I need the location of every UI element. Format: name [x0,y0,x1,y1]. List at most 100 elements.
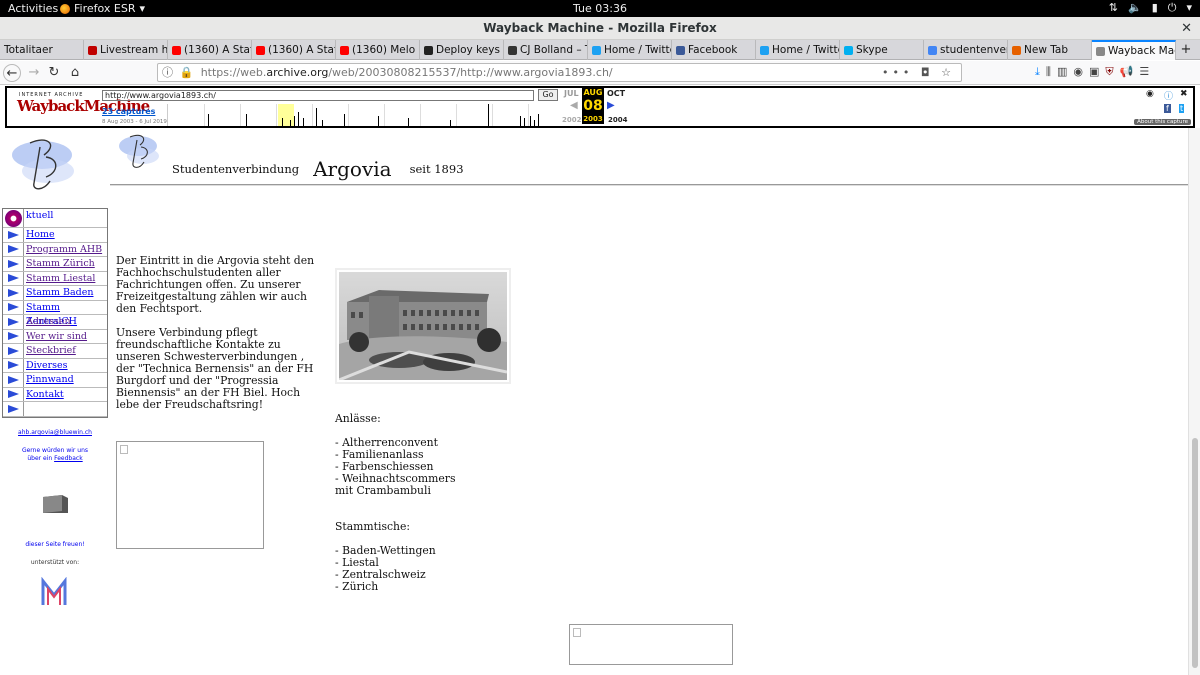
arrow-right-icon [7,317,19,326]
menu-item[interactable]: Stamm Zürich [3,257,107,272]
menu-item[interactable]: Wer wir sind [3,329,107,344]
library-icon[interactable]: ⫼ [1046,65,1051,79]
window-close-button[interactable]: ✕ [1181,17,1192,40]
feedback-text-1: Gerne würden wir uns [21,447,89,454]
tab-11[interactable]: studentenvert [924,40,1008,60]
arrow-right-icon [7,375,19,384]
menu-link[interactable]: Adressen [26,316,71,327]
menu-item[interactable]: Programm AHB [3,242,107,257]
extension-icon[interactable]: ▣ [1089,65,1099,79]
pocket-icon[interactable]: ◘ [921,66,934,79]
wayback-go-button[interactable]: Go [538,89,558,101]
menu-item[interactable]: Stamm Liestal [3,271,107,286]
captures-range: 8 Aug 2003 - 6 Jul 2019 [102,119,167,125]
tab-label: (1360) Melo [352,44,416,56]
tab-12[interactable]: New Tab [1008,40,1092,60]
system-tray[interactable]: ⇅ 🔈 ▮ ⏻ ▾ [1109,1,1192,15]
sparkline-bar [344,114,345,126]
new-tab-button[interactable]: + [1176,40,1196,59]
menu-item[interactable]: Stamm Baden [3,286,107,301]
prev-month[interactable]: JUL [564,89,579,98]
menu-item[interactable]: Steckbrief [3,344,107,359]
sponsor-logo[interactable] [41,577,67,607]
tab-8[interactable]: Facebook [672,40,756,60]
tab-0[interactable]: Totalitaer [0,40,84,60]
account-icon[interactable]: ◉ [1073,65,1083,79]
captures-link[interactable]: 23 captures [102,107,155,116]
page-actions[interactable]: ••• ◘ ☆ [882,64,955,81]
menu-link[interactable]: Stamm Liestal [26,273,95,284]
tab-9[interactable]: Home / Twitte [756,40,840,60]
tab-favicon-icon [256,45,265,55]
contact-email[interactable]: ahb.argovia@bluewin.ch [0,429,110,436]
next-year[interactable]: 2004 [608,116,627,124]
menu-item[interactable]: Diverses [3,358,107,373]
wayback-url-input[interactable]: http://www.argovia1893.ch/ [102,90,534,101]
twitter-icon[interactable]: t [1179,104,1185,113]
menu-link[interactable]: Kontakt [26,389,64,400]
capture-sparkline[interactable] [167,104,559,126]
tab-1[interactable]: Livestream he [84,40,168,60]
next-capture-icon[interactable]: ▶ [607,100,615,111]
sidebar-icon[interactable]: ▥ [1057,65,1067,79]
user-icon[interactable]: ◉ [1146,89,1154,99]
scrollbar-thumb[interactable] [1192,438,1198,668]
arrow-right-icon [7,230,19,239]
megaphone-icon[interactable]: 📢 [1120,65,1134,79]
ublock-icon[interactable]: ⛨ [1105,65,1113,79]
close-icon[interactable]: ✖ [1180,89,1188,99]
menu-link[interactable]: Pinnwand [26,374,74,385]
info-icon[interactable]: ⓘ [162,66,173,79]
menu-link[interactable]: Steckbrief [26,345,76,356]
tab-2[interactable]: (1360) A State [168,40,252,60]
menu-item[interactable]: Home [3,228,107,243]
tab-7[interactable]: Home / Twitte [588,40,672,60]
lock-icon[interactable]: 🔒 [180,66,194,79]
tab-13[interactable]: Wayback Mach [1092,40,1176,60]
menu-link[interactable]: Diverses [26,360,68,371]
prev-capture-icon[interactable]: ◀ [570,100,578,111]
email-link[interactable]: ahb.argovia@bluewin.ch [18,429,92,436]
menu-label-cell: Adressen [24,315,107,329]
tab-favicon-icon [676,45,685,55]
facebook-icon[interactable]: f [1164,104,1171,113]
page-scrollbar[interactable] [1188,128,1200,675]
tab-4[interactable]: (1360) Melo [336,40,420,60]
stamm-title: Stammtische: [335,520,411,533]
menu-item[interactable]: Stamm ZentralCH [3,300,107,327]
next-month[interactable]: OCT [607,89,625,98]
menu-link[interactable]: Stamm Zürich [26,258,95,269]
heading-suffix: seit 1893 [409,162,464,176]
page-actions-menu-icon[interactable]: ••• [882,66,913,79]
forward-button[interactable]: → [25,64,43,82]
url-bar[interactable]: ⓘ 🔒 https://web.archive.org/web/20030808… [157,63,962,82]
menu-item[interactable]: Kontakt [3,387,107,402]
menu-label-cell: ktuell [24,209,107,227]
prev-year[interactable]: 2002 [562,116,581,124]
home-button[interactable]: ⌂ [66,64,84,82]
clock[interactable]: Tue 03:36 [0,2,1200,15]
tab-3[interactable]: (1360) A State [252,40,336,60]
tab-10[interactable]: Skype [840,40,924,60]
menu-link[interactable]: Home [26,229,55,240]
menu-label-cell [24,402,107,416]
tab-5[interactable]: Deploy keys [420,40,504,60]
event-item: - Weihnachtscommers mit Crambambuli [335,472,456,497]
menu-link[interactable]: Stamm Baden [26,287,94,298]
back-button[interactable]: ← [3,64,21,82]
reload-button[interactable]: ↻ [45,64,63,82]
about-capture-link[interactable]: About this capture [1134,119,1191,125]
feedback-link[interactable]: Feedback [54,455,83,462]
menu-link[interactable]: Wer wir sind [26,331,87,342]
sparkline-bar [534,120,535,126]
tab-6[interactable]: CJ Bolland – T [504,40,588,60]
sparkline-year-divider [384,104,385,126]
menu-item[interactable]: Adressen [3,315,107,330]
menu-item[interactable]: Pinnwand [3,373,107,388]
menu-icon[interactable]: ☰ [1139,65,1149,79]
arrow-right-icon [7,303,19,312]
download-icon[interactable]: ⤓ [1035,65,1040,79]
bookmark-star-icon[interactable]: ☆ [941,66,955,79]
menu-link[interactable]: Programm AHB [26,244,102,255]
help-icon[interactable]: ⓘ [1164,89,1173,102]
